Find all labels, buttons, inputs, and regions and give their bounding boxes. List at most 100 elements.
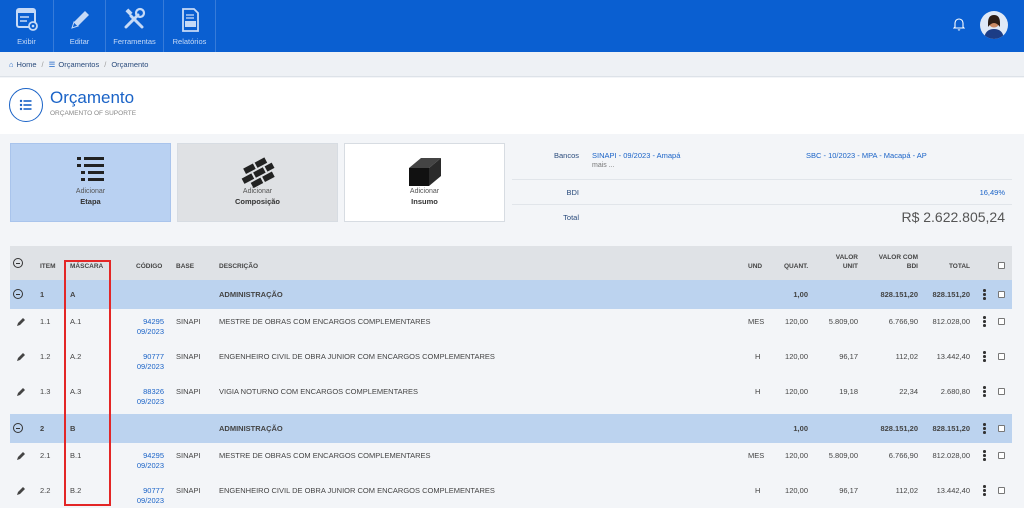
toolbar-reports-button[interactable]: Relatórios (164, 0, 216, 52)
page-subtitle: ORÇAMENTO OF SUPORTE (50, 110, 137, 117)
cell-data: 09/2023 (136, 362, 164, 371)
table-group-row[interactable]: 2 B ADMINISTRAÇÃO 1,00 828.151,20 828.151,20 (10, 414, 1012, 443)
top-toolbar: Exibir Editar Ferramentas Relatórios (0, 0, 1024, 52)
cell-valor-bdi: 22,34 (899, 387, 918, 396)
edit-row-icon[interactable] (16, 387, 26, 397)
pencil-icon (70, 11, 89, 29)
cell-codigo[interactable]: 88326 (128, 387, 164, 396)
cell-data: 09/2023 (136, 327, 164, 336)
row-checkbox[interactable] (998, 388, 1005, 395)
add-input-button[interactable]: Adicionar Insumo (344, 143, 505, 222)
select-all-checkbox[interactable] (998, 262, 1005, 269)
cell-base: SINAPI (176, 451, 201, 460)
cell-item: 2 (40, 424, 45, 433)
row-menu-icon[interactable] (983, 450, 987, 462)
cell-quant: 1,00 (793, 290, 808, 299)
cell-codigo[interactable]: 94295 (128, 451, 164, 460)
cell-item: 2.2 (40, 486, 51, 495)
cell-valor-unit: 5.809,00 (828, 451, 858, 460)
collapse-group-icon[interactable] (13, 289, 23, 299)
bank-sinapi[interactable]: SINAPI - 09/2023 - Amapá (592, 151, 680, 160)
cell-descricao: MESTRE DE OBRAS COM ENCARGOS COMPLEMENTA… (219, 317, 431, 326)
toolbar-edit-button[interactable]: Editar (54, 0, 106, 52)
bank-sbc[interactable]: SBC - 10/2023 - MPA - Macapá - AP (806, 151, 927, 160)
add-composition-line2: Composição (234, 197, 280, 206)
total-value: R$ 2.622.805,24 (901, 209, 1005, 225)
cell-descricao: ADMINISTRAÇÃO (219, 290, 283, 299)
table-row[interactable]: 2.2 B.2 90777 09/2023 SINAPI ENGENHEIRO CIVIL… (10, 478, 1012, 508)
cell-item: 1.1 (40, 317, 51, 326)
cell-valor-bdi: 6.766,90 (888, 317, 918, 326)
row-checkbox[interactable] (998, 353, 1005, 360)
table-row[interactable]: 1.2 A.2 90777 09/2023 SINAPI ENGENHEIRO CIVIL… (10, 344, 1012, 379)
cell-total: 828.151,20 (932, 290, 970, 299)
edit-row-icon[interactable] (16, 352, 26, 362)
cell-mascara: A.3 (70, 387, 82, 396)
cell-codigo[interactable]: 90777 (128, 486, 164, 495)
row-menu-icon[interactable] (983, 423, 987, 435)
breadcrumb-separator: / (104, 59, 107, 69)
row-checkbox[interactable] (998, 318, 1005, 325)
cell-valor-bdi: 6.766,90 (888, 451, 918, 460)
edit-row-icon[interactable] (16, 486, 26, 496)
breadcrumb-budgets[interactable]: Orçamentos (58, 60, 99, 69)
add-composition-button[interactable]: Adicionar Composição (177, 143, 338, 222)
row-checkbox[interactable] (998, 291, 1005, 298)
add-stage-line1: Adicionar (75, 188, 106, 195)
cell-base: SINAPI (176, 486, 201, 495)
cell-base: SINAPI (176, 317, 201, 326)
view-icon (15, 8, 38, 31)
cell-codigo[interactable]: 90777 (128, 352, 164, 361)
cell-und: H (755, 486, 761, 495)
toolbar-tools-button[interactable]: Ferramentas (106, 0, 164, 52)
cell-base: SINAPI (176, 387, 201, 396)
table-row[interactable]: 1.3 A.3 88326 09/2023 SINAPI VIGIA NOTURNO CO… (10, 379, 1012, 414)
row-checkbox[interactable] (998, 452, 1005, 459)
row-menu-icon[interactable] (983, 485, 987, 497)
table-row[interactable]: 1.1 A.1 94295 09/2023 SINAPI MESTRE DE OBRAS … (10, 309, 1012, 344)
cell-und: H (755, 387, 761, 396)
toolbar-edit-label: Editar (69, 37, 90, 46)
row-menu-icon[interactable] (983, 386, 987, 398)
breadcrumb-home[interactable]: Home (17, 60, 37, 69)
cell-quant: 120,00 (785, 387, 808, 396)
row-checkbox[interactable] (998, 487, 1005, 494)
collapse-group-icon[interactable] (13, 423, 23, 433)
header-base: BASE (176, 263, 195, 270)
cell-data: 09/2023 (136, 397, 164, 406)
cell-mascara: A (70, 290, 76, 299)
cell-codigo[interactable]: 94295 (128, 317, 164, 326)
cell-valor-unit: 96,17 (839, 486, 858, 495)
toolbar-tools-label: Ferramentas (113, 37, 156, 46)
edit-row-icon[interactable] (16, 451, 26, 461)
cell-mascara: A.2 (70, 352, 82, 361)
header-valor-bdi-1: VALOR COM (878, 254, 918, 261)
row-menu-icon[interactable] (983, 289, 987, 301)
budget-list-icon (9, 88, 43, 122)
cell-descricao: ENGENHEIRO CIVIL DE OBRA JUNIOR COM ENCA… (219, 486, 495, 495)
table-group-row[interactable]: 1 A ADMINISTRAÇÃO 1,00 828.151,20 828.151,20 (10, 280, 1012, 309)
budget-summary: Bancos SINAPI - 09/2023 - Amapá mais ...… (512, 143, 1012, 229)
toolbar-view-button[interactable]: Exibir (0, 0, 54, 52)
tools-icon (124, 7, 145, 29)
row-menu-icon[interactable] (983, 316, 987, 328)
cell-descricao: MESTRE DE OBRAS COM ENCARGOS COMPLEMENTA… (219, 451, 431, 460)
table-row[interactable]: 2.1 B.1 94295 09/2023 SINAPI MESTRE DE OBRAS … (10, 443, 1012, 478)
cell-data: 09/2023 (136, 461, 164, 470)
user-avatar[interactable] (980, 11, 1008, 39)
add-stage-button[interactable]: Adicionar Etapa (10, 143, 171, 222)
page-title: Orçamento (50, 88, 135, 107)
cell-quant: 1,00 (793, 424, 808, 433)
cell-base: SINAPI (176, 352, 201, 361)
row-checkbox[interactable] (998, 425, 1005, 432)
edit-row-icon[interactable] (16, 317, 26, 327)
cell-mascara: B.1 (70, 451, 82, 460)
banks-more-link[interactable]: mais ... (592, 162, 615, 169)
header-valor-unit-2: UNIT (842, 263, 858, 270)
cell-mascara: B (70, 424, 76, 433)
notification-bell-icon[interactable] (953, 17, 965, 31)
row-menu-icon[interactable] (983, 351, 987, 363)
collapse-all-icon[interactable] (13, 258, 23, 268)
cell-total: 828.151,20 (932, 424, 970, 433)
breadcrumb-current: Orçamento (111, 59, 149, 69)
